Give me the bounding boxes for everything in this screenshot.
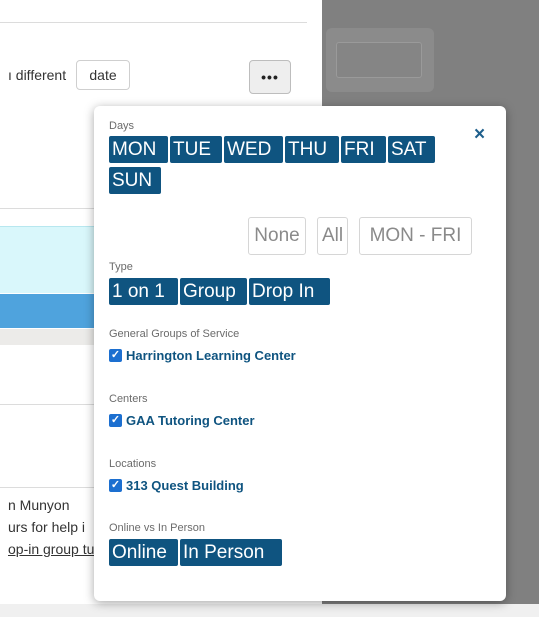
hours-text: urs for help i xyxy=(8,519,86,535)
checkbox-checked-icon[interactable]: ✓ xyxy=(109,413,122,427)
background-input xyxy=(336,42,422,78)
select-weekdays-button[interactable]: MON - FRI xyxy=(359,217,472,255)
different-date-text: ı different xyxy=(8,67,67,83)
location-checkbox-row[interactable]: ✓ 313 Quest Building xyxy=(109,477,244,493)
selected-row[interactable] xyxy=(0,294,100,328)
type-dropin-button[interactable]: Drop In xyxy=(249,278,330,305)
center-checkbox-row[interactable]: ✓ GAA Tutoring Center xyxy=(109,412,255,428)
groups-label: General Groups of Service xyxy=(109,328,240,340)
bottom-strip xyxy=(0,604,539,617)
mode-online-button[interactable]: Online xyxy=(109,539,178,566)
row-footer xyxy=(0,329,100,345)
locations-label: Locations xyxy=(109,458,157,470)
type-one-on-one-button[interactable]: 1 on 1 xyxy=(109,278,178,305)
day-mon-button[interactable]: MON xyxy=(109,136,168,163)
highlighted-row xyxy=(0,226,100,293)
checkbox-checked-icon[interactable]: ✓ xyxy=(109,478,122,492)
date-button[interactable]: date xyxy=(76,60,130,90)
day-fri-button[interactable]: FRI xyxy=(341,136,386,163)
checkbox-checked-icon[interactable]: ✓ xyxy=(109,348,122,362)
dropin-link[interactable]: op-in group tu xyxy=(8,541,94,557)
location-label: 313 Quest Building xyxy=(126,477,244,493)
select-none-button[interactable]: None xyxy=(248,217,306,255)
select-all-button[interactable]: All xyxy=(317,217,348,255)
mode-label: Online vs In Person xyxy=(109,522,205,534)
center-label: GAA Tutoring Center xyxy=(126,412,255,428)
mode-in-person-button[interactable]: In Person xyxy=(180,539,282,566)
centers-label: Centers xyxy=(109,393,148,405)
day-thu-button[interactable]: THU xyxy=(285,136,339,163)
day-sun-button[interactable]: SUN xyxy=(109,167,161,194)
type-group-button[interactable]: Group xyxy=(180,278,247,305)
close-icon[interactable]: × xyxy=(474,124,485,146)
days-label: Days xyxy=(109,120,135,132)
day-tue-button[interactable]: TUE xyxy=(170,136,222,163)
divider xyxy=(0,22,307,23)
group-checkbox-row[interactable]: ✓ Harrington Learning Center xyxy=(109,347,296,363)
type-label: Type xyxy=(109,261,133,273)
more-options-button[interactable]: ••• xyxy=(249,60,291,94)
tutor-name-text: n Munyon xyxy=(8,497,70,513)
day-sat-button[interactable]: SAT xyxy=(388,136,435,163)
day-wed-button[interactable]: WED xyxy=(224,136,283,163)
group-label: Harrington Learning Center xyxy=(126,347,296,363)
